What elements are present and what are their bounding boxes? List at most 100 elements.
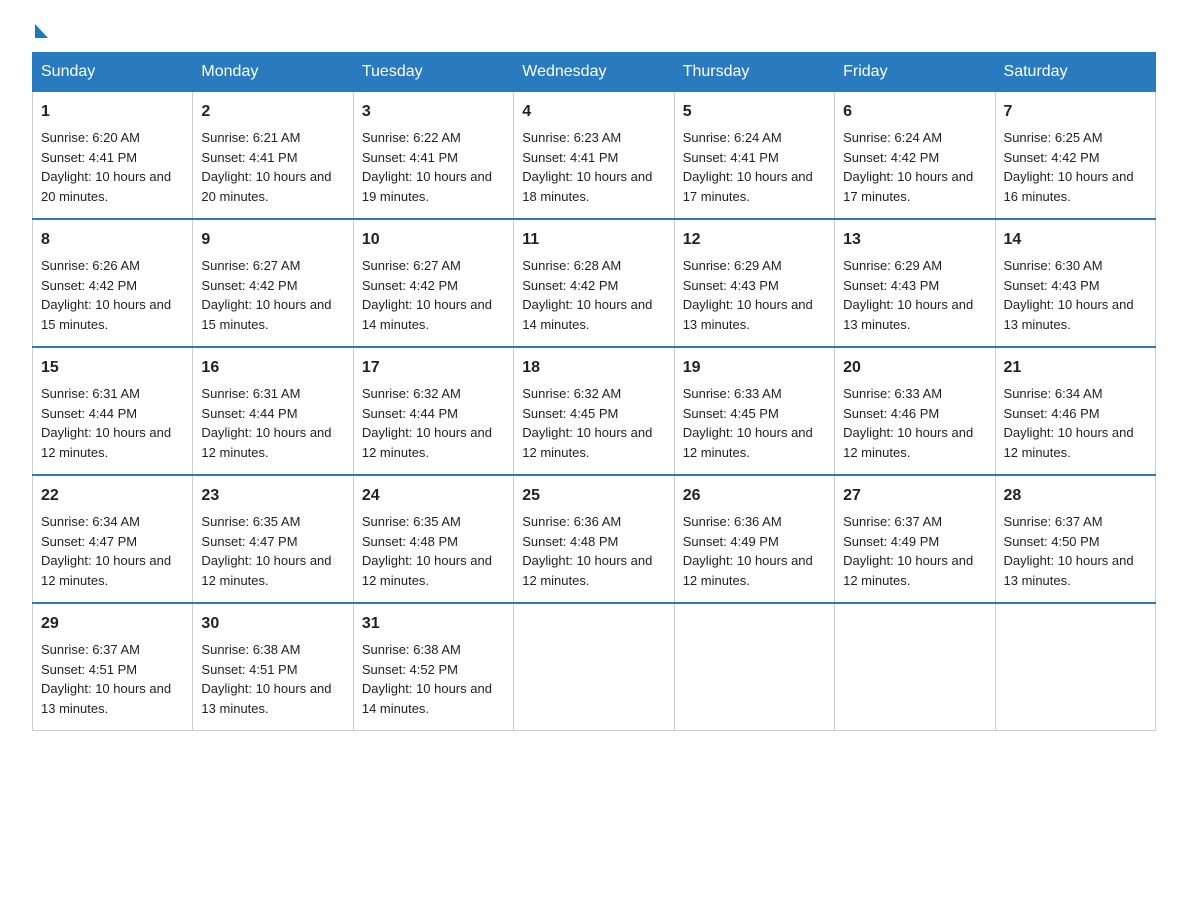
sunset-label: Sunset: 4:51 PM <box>41 662 137 677</box>
sunrise-label: Sunrise: 6:38 AM <box>201 642 300 657</box>
calendar-cell: 22Sunrise: 6:34 AMSunset: 4:47 PMDayligh… <box>33 475 193 603</box>
day-number: 26 <box>683 484 826 508</box>
daylight-label: Daylight: 10 hours and 12 minutes. <box>362 553 492 588</box>
daylight-label: Daylight: 10 hours and 12 minutes. <box>522 553 652 588</box>
column-header-wednesday: Wednesday <box>514 53 674 92</box>
sunset-label: Sunset: 4:50 PM <box>1004 534 1100 549</box>
daylight-label: Daylight: 10 hours and 12 minutes. <box>41 553 171 588</box>
calendar-cell <box>514 603 674 731</box>
column-header-saturday: Saturday <box>995 53 1155 92</box>
daylight-label: Daylight: 10 hours and 14 minutes. <box>362 681 492 716</box>
sunrise-label: Sunrise: 6:34 AM <box>1004 386 1103 401</box>
sunrise-label: Sunrise: 6:31 AM <box>201 386 300 401</box>
page-header <box>32 24 1156 32</box>
day-number: 16 <box>201 356 344 380</box>
sunset-label: Sunset: 4:49 PM <box>683 534 779 549</box>
calendar-cell: 11Sunrise: 6:28 AMSunset: 4:42 PMDayligh… <box>514 219 674 347</box>
day-number: 15 <box>41 356 184 380</box>
sunset-label: Sunset: 4:41 PM <box>522 150 618 165</box>
week-row-5: 29Sunrise: 6:37 AMSunset: 4:51 PMDayligh… <box>33 603 1156 731</box>
day-number: 27 <box>843 484 986 508</box>
sunrise-label: Sunrise: 6:28 AM <box>522 258 621 273</box>
sunrise-label: Sunrise: 6:23 AM <box>522 130 621 145</box>
sunset-label: Sunset: 4:41 PM <box>362 150 458 165</box>
day-number: 9 <box>201 228 344 252</box>
sunset-label: Sunset: 4:51 PM <box>201 662 297 677</box>
sunset-label: Sunset: 4:41 PM <box>201 150 297 165</box>
sunrise-label: Sunrise: 6:37 AM <box>843 514 942 529</box>
sunset-label: Sunset: 4:45 PM <box>683 406 779 421</box>
calendar-cell: 12Sunrise: 6:29 AMSunset: 4:43 PMDayligh… <box>674 219 834 347</box>
sunset-label: Sunset: 4:42 PM <box>1004 150 1100 165</box>
calendar-cell: 27Sunrise: 6:37 AMSunset: 4:49 PMDayligh… <box>835 475 995 603</box>
daylight-label: Daylight: 10 hours and 17 minutes. <box>843 169 973 204</box>
calendar-cell: 30Sunrise: 6:38 AMSunset: 4:51 PMDayligh… <box>193 603 353 731</box>
calendar-cell: 8Sunrise: 6:26 AMSunset: 4:42 PMDaylight… <box>33 219 193 347</box>
daylight-label: Daylight: 10 hours and 15 minutes. <box>201 297 331 332</box>
daylight-label: Daylight: 10 hours and 12 minutes. <box>201 553 331 588</box>
day-number: 28 <box>1004 484 1147 508</box>
calendar-cell: 26Sunrise: 6:36 AMSunset: 4:49 PMDayligh… <box>674 475 834 603</box>
daylight-label: Daylight: 10 hours and 12 minutes. <box>41 425 171 460</box>
daylight-label: Daylight: 10 hours and 13 minutes. <box>201 681 331 716</box>
column-header-monday: Monday <box>193 53 353 92</box>
daylight-label: Daylight: 10 hours and 12 minutes. <box>522 425 652 460</box>
daylight-label: Daylight: 10 hours and 13 minutes. <box>41 681 171 716</box>
calendar-table: SundayMondayTuesdayWednesdayThursdayFrid… <box>32 52 1156 731</box>
day-number: 5 <box>683 100 826 124</box>
day-number: 2 <box>201 100 344 124</box>
calendar-cell: 20Sunrise: 6:33 AMSunset: 4:46 PMDayligh… <box>835 347 995 475</box>
calendar-cell: 28Sunrise: 6:37 AMSunset: 4:50 PMDayligh… <box>995 475 1155 603</box>
column-header-sunday: Sunday <box>33 53 193 92</box>
sunrise-label: Sunrise: 6:22 AM <box>362 130 461 145</box>
day-number: 22 <box>41 484 184 508</box>
sunset-label: Sunset: 4:47 PM <box>201 534 297 549</box>
daylight-label: Daylight: 10 hours and 16 minutes. <box>1004 169 1134 204</box>
calendar-cell: 16Sunrise: 6:31 AMSunset: 4:44 PMDayligh… <box>193 347 353 475</box>
day-number: 7 <box>1004 100 1147 124</box>
calendar-cell <box>674 603 834 731</box>
sunrise-label: Sunrise: 6:37 AM <box>1004 514 1103 529</box>
sunrise-label: Sunrise: 6:29 AM <box>843 258 942 273</box>
calendar-cell: 21Sunrise: 6:34 AMSunset: 4:46 PMDayligh… <box>995 347 1155 475</box>
logo-arrow-icon <box>35 24 48 38</box>
sunset-label: Sunset: 4:44 PM <box>41 406 137 421</box>
daylight-label: Daylight: 10 hours and 12 minutes. <box>1004 425 1134 460</box>
sunset-label: Sunset: 4:52 PM <box>362 662 458 677</box>
sunset-label: Sunset: 4:49 PM <box>843 534 939 549</box>
sunset-label: Sunset: 4:43 PM <box>843 278 939 293</box>
calendar-cell: 4 Sunrise: 6:23 AM Sunset: 4:41 PM Daylight… <box>514 92 674 220</box>
sunset-label: Sunset: 4:42 PM <box>362 278 458 293</box>
sunset-label: Sunset: 4:46 PM <box>1004 406 1100 421</box>
calendar-cell: 23Sunrise: 6:35 AMSunset: 4:47 PMDayligh… <box>193 475 353 603</box>
daylight-label: Daylight: 10 hours and 18 minutes. <box>522 169 652 204</box>
sunset-label: Sunset: 4:45 PM <box>522 406 618 421</box>
sunset-label: Sunset: 4:41 PM <box>683 150 779 165</box>
header-row: SundayMondayTuesdayWednesdayThursdayFrid… <box>33 53 1156 92</box>
calendar-cell: 7Sunrise: 6:25 AMSunset: 4:42 PMDaylight… <box>995 92 1155 220</box>
calendar-cell: 5Sunrise: 6:24 AMSunset: 4:41 PMDaylight… <box>674 92 834 220</box>
calendar-cell: 9Sunrise: 6:27 AMSunset: 4:42 PMDaylight… <box>193 219 353 347</box>
sunset-label: Sunset: 4:43 PM <box>1004 278 1100 293</box>
sunrise-label: Sunrise: 6:20 AM <box>41 130 140 145</box>
daylight-label: Daylight: 10 hours and 14 minutes. <box>522 297 652 332</box>
week-row-2: 8Sunrise: 6:26 AMSunset: 4:42 PMDaylight… <box>33 219 1156 347</box>
day-number: 31 <box>362 612 505 636</box>
calendar-cell: 25Sunrise: 6:36 AMSunset: 4:48 PMDayligh… <box>514 475 674 603</box>
day-number: 4 <box>522 100 665 124</box>
calendar-cell: 15Sunrise: 6:31 AMSunset: 4:44 PMDayligh… <box>33 347 193 475</box>
sunset-label: Sunset: 4:41 PM <box>41 150 137 165</box>
sunrise-label: Sunrise: 6:21 AM <box>201 130 300 145</box>
day-number: 17 <box>362 356 505 380</box>
sunset-label: Sunset: 4:46 PM <box>843 406 939 421</box>
calendar-cell: 31Sunrise: 6:38 AMSunset: 4:52 PMDayligh… <box>353 603 513 731</box>
day-number: 11 <box>522 228 665 252</box>
daylight-label: Daylight: 10 hours and 12 minutes. <box>201 425 331 460</box>
sunset-label: Sunset: 4:48 PM <box>362 534 458 549</box>
sunset-label: Sunset: 4:44 PM <box>362 406 458 421</box>
sunrise-label: Sunrise: 6:35 AM <box>362 514 461 529</box>
week-row-4: 22Sunrise: 6:34 AMSunset: 4:47 PMDayligh… <box>33 475 1156 603</box>
daylight-label: Daylight: 10 hours and 20 minutes. <box>201 169 331 204</box>
sunrise-label: Sunrise: 6:27 AM <box>201 258 300 273</box>
day-number: 25 <box>522 484 665 508</box>
